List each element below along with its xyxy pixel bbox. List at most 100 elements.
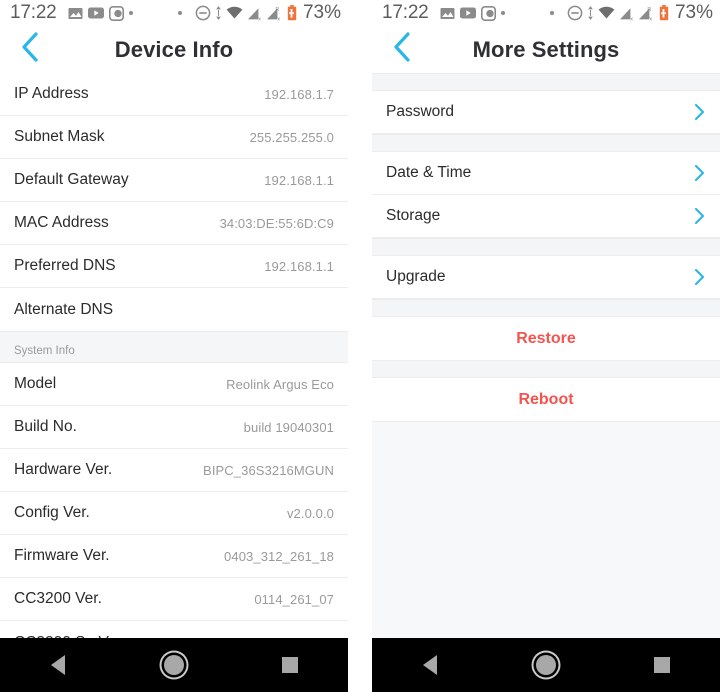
restore-label: Restore — [516, 329, 576, 347]
table-row[interactable]: Hardware Ver. BIPC_36S3216MGUN — [0, 449, 348, 492]
data-transfer-icon — [587, 5, 594, 21]
row-value: 0114_261_07 — [254, 591, 334, 607]
nav-home-button[interactable] — [144, 638, 204, 692]
nav-back-button[interactable] — [400, 638, 460, 692]
row-label: Config Ver. — [14, 504, 90, 521]
row-label: Hardware Ver. — [14, 461, 113, 478]
table-row[interactable]: IP Address 192.168.1.7 — [0, 73, 348, 116]
dot-icon — [549, 11, 554, 15]
device-info-screen: 17:22 x x 73% Device Info IP Address 192… — [0, 0, 348, 692]
table-row[interactable]: MAC Address 34:03:DE:55:6D:C9 — [0, 202, 348, 245]
row-value: build 19040301 — [243, 419, 334, 435]
row-label: Default Gateway — [14, 171, 129, 188]
section-title: System Info — [14, 345, 75, 357]
nav-recents-button[interactable] — [632, 638, 692, 692]
table-row[interactable]: Config Ver. v2.0.0.0 — [0, 492, 348, 535]
row-label: Subnet Mask — [14, 128, 105, 145]
back-button-left[interactable] — [8, 26, 52, 73]
nav-back-button[interactable] — [28, 638, 88, 692]
table-row[interactable]: Model Reolink Argus Eco — [0, 363, 348, 406]
back-button-right[interactable] — [380, 26, 424, 73]
restore-button[interactable]: Restore — [372, 317, 720, 360]
chevron-left-icon — [19, 31, 41, 68]
signal-roaming-nosim-icon: Rx — [638, 6, 655, 21]
dot-icon — [128, 11, 133, 15]
title-bar-device-info: Device Info — [0, 26, 348, 73]
list-spacer — [372, 360, 720, 378]
section-header-system-info: System Info — [0, 331, 348, 363]
svg-text:x: x — [630, 16, 633, 21]
system-info-list: Model Reolink Argus Eco Build No. build … — [0, 363, 348, 664]
svg-text:x: x — [649, 16, 652, 21]
title-bar-more-settings: More Settings — [372, 26, 720, 73]
signal-nosim-icon: x — [619, 6, 634, 21]
row-label: Preferred DNS — [14, 257, 116, 274]
table-row[interactable]: Subnet Mask 255.255.255.0 — [0, 116, 348, 159]
chevron-left-icon — [391, 31, 413, 68]
status-system-icons: x Rx 73% — [177, 2, 341, 24]
row-value: 192.168.1.1 — [264, 258, 334, 274]
wifi-icon — [598, 6, 615, 20]
table-row[interactable]: Default Gateway 192.168.1.1 — [0, 159, 348, 202]
youtube-icon — [87, 7, 104, 19]
android-nav-bar-right — [372, 638, 720, 692]
row-value: Reolink Argus Eco — [226, 376, 334, 392]
table-row[interactable]: Alternate DNS — [0, 288, 348, 331]
row-value: 0403_312_261_18 — [224, 548, 334, 564]
row-label: Build No. — [14, 418, 77, 435]
row-label: IP Address — [14, 85, 89, 102]
row-label: Firmware Ver. — [14, 547, 110, 564]
dot-icon — [500, 11, 505, 15]
chevron-right-icon — [694, 267, 706, 287]
battery-charging-icon — [659, 5, 669, 21]
do-not-disturb-icon — [567, 5, 583, 21]
row-label: Model — [14, 375, 57, 392]
back-triangle-icon — [51, 655, 65, 675]
list-item-label: Date & Time — [386, 164, 472, 181]
nav-home-button[interactable] — [516, 638, 576, 692]
android-nav-bar-left — [0, 638, 348, 692]
more-settings-screen: 17:22 x x 73% More Settings Password Dat… — [372, 0, 720, 692]
camera-app-icon — [108, 5, 124, 21]
table-row[interactable]: Build No. build 19040301 — [0, 406, 348, 449]
row-value: 34:03:DE:55:6D:C9 — [219, 215, 334, 231]
settings-item-date-time[interactable]: Date & Time — [372, 152, 720, 195]
row-label: MAC Address — [14, 214, 109, 231]
battery-percent-label: 73% — [674, 2, 713, 23]
settings-item-storage[interactable]: Storage — [372, 195, 720, 238]
nav-recents-button[interactable] — [260, 638, 320, 692]
dual-screenshot-container: 17:22 x x 73% Device Info IP Address 192… — [0, 0, 720, 692]
table-row[interactable]: CC3200 Ver. 0114_261_07 — [0, 578, 348, 621]
status-bar-left: 17:22 x x 73% — [0, 0, 348, 26]
back-triangle-icon — [423, 655, 437, 675]
settings-item-upgrade[interactable]: Upgrade — [372, 256, 720, 299]
status-notification-icons — [440, 5, 505, 21]
page-title-left: Device Info — [114, 36, 234, 62]
status-clock: 17:22 — [382, 2, 429, 23]
row-label: Alternate DNS — [14, 300, 114, 318]
row-value: 255.255.255.0 — [249, 129, 334, 145]
row-value: v2.0.0.0 — [286, 505, 334, 521]
status-bar-right: 17:22 x x 73% — [372, 0, 720, 26]
data-transfer-icon — [215, 5, 222, 21]
table-row[interactable]: Preferred DNS 192.168.1.1 — [0, 245, 348, 288]
reboot-label: Reboot — [518, 390, 574, 408]
list-item-label: Upgrade — [386, 268, 446, 285]
status-notification-icons — [68, 5, 133, 21]
screen-divider — [348, 0, 372, 692]
page-title-right: More Settings — [472, 36, 620, 62]
settings-item-password[interactable]: Password — [372, 91, 720, 134]
do-not-disturb-icon — [195, 5, 211, 21]
list-spacer — [372, 299, 720, 317]
list-spacer — [372, 73, 720, 91]
list-item-label: Storage — [386, 207, 441, 224]
camera-app-icon — [480, 5, 496, 21]
reboot-button[interactable]: Reboot — [372, 378, 720, 421]
recents-square-icon — [654, 657, 670, 673]
dot-icon — [177, 11, 182, 15]
chevron-right-icon — [694, 102, 706, 122]
wifi-icon — [226, 6, 243, 20]
youtube-icon — [459, 7, 476, 19]
table-row[interactable]: Firmware Ver. 0403_312_261_18 — [0, 535, 348, 578]
network-info-list: IP Address 192.168.1.7 Subnet Mask 255.2… — [0, 73, 348, 331]
